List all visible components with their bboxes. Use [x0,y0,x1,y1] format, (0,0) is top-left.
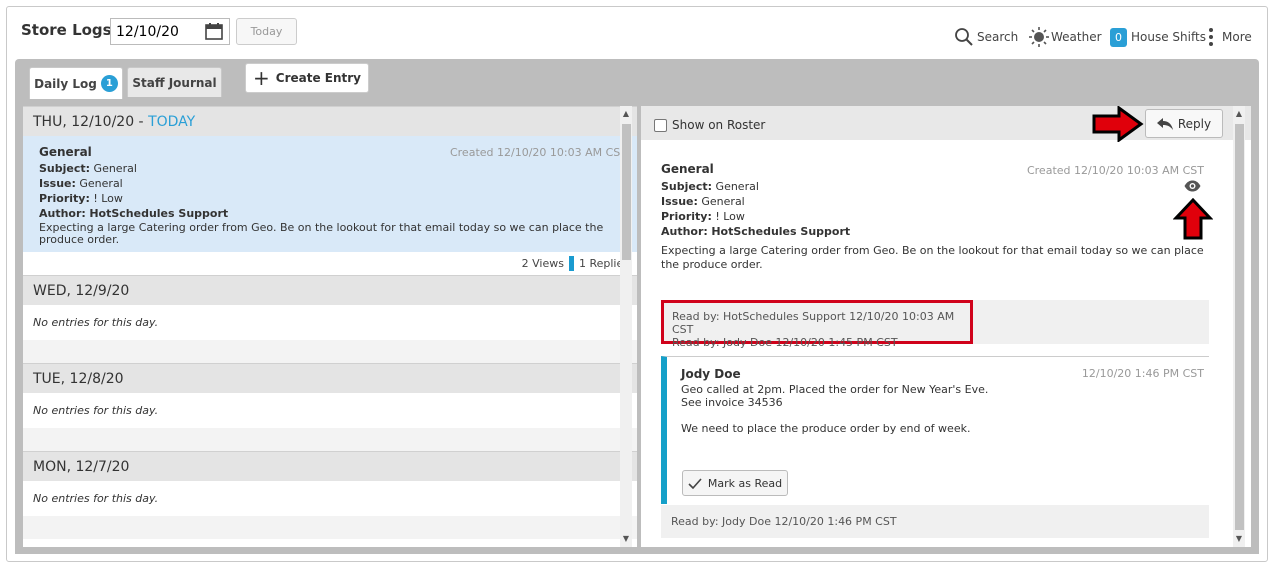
entry-created: Created 12/10/20 10:03 AM CST [449,146,627,159]
sun-icon [1029,27,1049,47]
house-shifts-count-badge: 0 [1110,27,1127,47]
detail-author: Author: HotSchedules Support [661,225,851,238]
day-header: MON, 12/7/20 [23,451,637,481]
reply-button[interactable]: Reply [1145,109,1223,138]
entry-stats: 2 Views 1 Replies [23,252,637,275]
reply-line: Geo called at 2pm. Placed the order for … [681,383,989,396]
no-entries-text: No entries for this day. [23,305,637,340]
tab-staff-journal-label: Staff Journal [132,75,217,90]
log-entry-selected[interactable]: General Created 12/10/20 10:03 AM CST Su… [23,136,637,252]
day-gap [23,340,637,363]
tab-bar: Daily Log 1 Staff Journal + Create Entry [15,59,1259,99]
page-title: Store Logs [21,21,112,39]
detail-created: Created 12/10/20 10:03 AM CST [1026,164,1204,177]
entry-body: Expecting a large Catering order from Ge… [39,221,604,246]
search-button[interactable]: Search [954,27,1018,47]
eye-icon[interactable] [1184,180,1201,192]
scroll-down-arrow-icon[interactable]: ▼ [620,533,632,545]
mark-as-read-button[interactable]: Mark as Read [682,470,788,496]
day-header: WED, 12/9/20 [23,275,637,305]
detail-body: Expecting a large Catering order from Ge… [661,244,1204,271]
detail-priority: Priority: ! Low [661,210,745,223]
scroll-up-arrow-icon[interactable]: ▲ [620,108,632,120]
entry-detail: General Created 12/10/20 10:03 AM CST Su… [661,162,1209,272]
reply-label: Reply [1177,116,1212,131]
daily-log-count-badge: 1 [100,75,118,92]
house-shifts-button[interactable]: 0 House Shifts [1110,27,1206,47]
reply-read-by: Read by: Jody Doe 12/10/20 1:46 PM CST [661,505,1209,538]
read-by-entry: Read by: Jody Doe 12/10/20 1:45 PM CST [672,336,898,349]
day-gap [23,428,637,451]
entry-author: Author: HotSchedules Support [39,207,229,220]
views-count: 2 Views [521,257,564,270]
entry-subject: Subject: General [39,162,137,175]
daily-log-list: THU, 12/10/20 - TODAY General Created 12… [23,106,637,547]
scroll-thumb[interactable] [1235,124,1244,530]
show-on-roster-label: Show on Roster [672,118,766,132]
left-scrollbar[interactable]: ▲ ▼ [620,106,632,547]
weather-label: Weather [1051,30,1102,44]
weather-button[interactable]: Weather [1028,27,1102,47]
day-gap [23,516,637,539]
house-shifts-label: House Shifts [1131,30,1206,44]
search-icon [955,28,973,46]
entry-issue: Issue: General [39,177,123,190]
right-scrollbar[interactable]: ▲ ▼ [1233,106,1245,547]
no-entries-text: No entries for this day. [23,481,637,516]
tab-daily-log-label: Daily Log [34,76,97,91]
scroll-thumb[interactable] [622,124,631,260]
entry-priority: Priority: ! Low [39,192,123,205]
reply-time: 12/10/20 1:46 PM CST [1081,367,1204,380]
detail-issue: Issue: General [661,195,745,208]
today-button[interactable]: Today [236,18,297,45]
date-input[interactable]: 12/10/20 [110,18,230,45]
content-area: THU, 12/10/20 - TODAY General Created 12… [15,99,1259,554]
checkbox-box[interactable] [654,118,667,132]
red-arrow-right-icon [1092,106,1144,142]
day-header: TUE, 12/8/20 [23,363,637,393]
no-entries-text: No entries for this day. [23,393,637,428]
vertical-dots-icon [1209,28,1213,46]
day-separator: - [134,113,149,130]
red-arrow-up-icon [1173,198,1213,240]
tab-daily-log[interactable]: Daily Log 1 [29,67,123,99]
reply-card: Jody Doe 12/10/20 1:46 PM CST Geo called… [661,356,1209,504]
show-on-roster-checkbox[interactable]: Show on Roster [654,118,765,132]
read-by-entry: Read by: HotSchedules Support 12/10/20 1… [672,310,955,336]
more-label: More [1222,30,1252,44]
detail-subject: Subject: General [661,180,759,193]
date-value: 12/10/20 [116,23,179,40]
tab-staff-journal[interactable]: Staff Journal [127,67,222,97]
detail-header: Show on Roster Reply [641,106,1251,142]
scroll-down-arrow-icon[interactable]: ▼ [1233,533,1245,545]
scroll-up-arrow-icon[interactable]: ▲ [1233,108,1245,120]
more-button[interactable]: More [1206,27,1252,47]
today-tag: TODAY [148,113,196,130]
mark-as-read-label: Mark as Read [707,476,783,490]
checkmark-icon [688,477,702,489]
stats-divider [568,256,574,271]
reply-line: We need to place the produce order by en… [681,422,971,435]
day-label: THU, 12/10/20 [33,113,135,130]
reply-line: See invoice 34536 [681,396,783,409]
plus-icon: + [253,66,270,90]
day-header: THU, 12/10/20 - TODAY [23,106,637,136]
reply-arrow-icon [1156,117,1173,130]
calendar-icon[interactable] [205,23,223,40]
read-by-highlight: Read by: HotSchedules Support 12/10/20 1… [661,300,973,349]
create-entry-button[interactable]: + Create Entry [245,63,369,93]
search-label: Search [977,30,1019,44]
entry-detail-panel: Show on Roster Reply General Created 12/… [641,106,1251,547]
create-entry-label: Create Entry [275,71,361,85]
read-by-section: Read by: HotSchedules Support 12/10/20 1… [661,300,1209,349]
